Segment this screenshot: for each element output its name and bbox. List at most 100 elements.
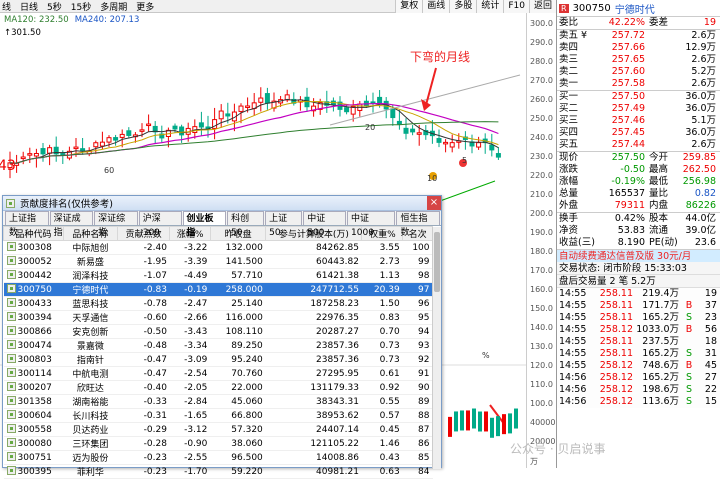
table-cell: 59.220: [210, 464, 266, 479]
table-cell: 300866: [3, 324, 64, 339]
buy-row: 买二 257.49 36.0万: [557, 103, 720, 115]
column-header[interactable]: 涨幅%: [169, 226, 211, 241]
stock-name[interactable]: 宁德时代: [615, 1, 655, 16]
contribution-table: 品种代码 品种名称 贡献点数 涨幅% 昨收盘 参与计算股本(万) 权重% 名次 300308 中…: [3, 226, 433, 479]
stat-label: 净资: [559, 225, 579, 236]
table-row[interactable]: 300604 长川科技 -0.31 -1.65 66.800 38953.62 0.57 88: [3, 408, 433, 423]
buy-row: 买五 257.44 2.6万: [557, 139, 720, 151]
index-tab[interactable]: 科创50: [227, 211, 265, 238]
table-row[interactable]: 300866 安克创新 -0.50 -3.43 108.110 20287.27 0.70 9…: [3, 324, 433, 339]
index-tab[interactable]: 创业板指: [182, 211, 227, 238]
close-icon[interactable]: ×: [427, 196, 441, 210]
index-tab[interactable]: 恒生指数: [396, 211, 441, 238]
table-row[interactable]: 300442 润泽科技 -1.07 -4.49 57.710 61421.38 1.13 98: [3, 268, 433, 283]
stat-row: 换手 0.42% 股本 44.0亿: [557, 213, 720, 225]
column-header[interactable]: 贡献点数: [116, 226, 171, 241]
candle-body: [258, 97, 264, 103]
stat-value: 0.42%: [614, 213, 645, 224]
table-cell: 96: [402, 296, 433, 311]
table-cell: 0.70: [361, 324, 403, 339]
chart-marker: 10: [427, 174, 437, 183]
dialog-titlebar[interactable]: 贡献度排名(仅供参考) ×: [3, 196, 441, 211]
table-cell: 132.000: [210, 240, 266, 255]
table-row[interactable]: 300308 中际旭创 -2.40 -3.22 132.000 84262.85 3.55 1…: [3, 240, 433, 255]
tick-n: 23: [704, 312, 717, 323]
candle-body: [106, 137, 112, 143]
stock-code-cell: 300558: [17, 425, 52, 435]
axis-tick: 290.0: [530, 38, 553, 47]
table-cell: 菲利华: [63, 464, 118, 479]
table-row[interactable]: 300052 新易盛 -1.95 -3.39 141.500 60443.82 2.73 99: [3, 254, 433, 269]
index-tab[interactable]: 上证指数: [5, 211, 49, 238]
table-row[interactable]: 300751 迈为股份 -0.23 -2.55 96.500 14008.86 0.43 85: [3, 450, 433, 465]
period-tab[interactable]: 线: [2, 0, 11, 13]
index-tabs: 上证指数深证成指深证综指沪深300创业板指科创50上证50中证500中证1000…: [3, 211, 441, 238]
table-cell: -2.66: [169, 310, 211, 325]
stock-code-cell: 300442: [17, 271, 52, 281]
table-cell: 97: [402, 282, 433, 297]
table-cell: 100: [402, 240, 433, 255]
contribution-dialog[interactable]: 贡献度排名(仅供参考) × 上证指数深证成指深证综指沪深300创业板指科创50上…: [2, 195, 442, 479]
toolbar-button[interactable]: 返回: [528, 0, 556, 13]
toolbar-button[interactable]: F10: [503, 0, 529, 13]
order-label: 卖一: [559, 78, 579, 89]
table-cell: 300394: [3, 310, 64, 325]
stat-value: 44.0亿: [685, 213, 716, 224]
table-row[interactable]: 300395 菲利华 -0.23 -1.70 59.220 40981.21 0.63 84: [3, 464, 433, 479]
index-tab[interactable]: 上证50: [265, 211, 303, 238]
axis-tick: 270.0: [530, 76, 553, 85]
candle-body: [126, 130, 132, 136]
period-tab[interactable]: 日线: [20, 0, 38, 13]
column-header[interactable]: 品种名称: [63, 226, 118, 241]
table-row[interactable]: 300114 中航电测 -0.47 -2.54 70.760 27295.95 0.61 91: [3, 366, 433, 381]
index-tab[interactable]: 深证综指: [94, 211, 138, 238]
period-tab[interactable]: 更多: [136, 0, 154, 13]
candle-body: [449, 142, 455, 148]
table-row[interactable]: 300474 景嘉微 -0.48 -3.34 89.250 23857.36 0.73 93: [3, 338, 433, 353]
volume-bar: [478, 411, 482, 432]
table-cell: 300803: [3, 352, 64, 367]
candle-body: [218, 110, 224, 120]
table-row[interactable]: 301358 湖南裕能 -0.33 -2.84 45.060 38343.31 0.55 89: [3, 394, 433, 409]
column-header[interactable]: 参与计算股本(万): [265, 226, 363, 241]
table-cell: 0.43: [361, 450, 403, 465]
scrollbar-thumb[interactable]: [434, 232, 440, 292]
period-tab[interactable]: 5秒: [47, 0, 62, 13]
table-row[interactable]: 300750 宁德时代 -0.83 -0.19 258.000 247712.55 20.3…: [3, 282, 433, 297]
toolbar-button[interactable]: 多股: [449, 0, 477, 13]
table-cell: 300308: [3, 240, 64, 255]
table-cell: -2.40: [117, 240, 170, 255]
table-cell: 95: [402, 310, 433, 325]
index-tab[interactable]: 沪深300: [138, 211, 182, 238]
toolbar-button[interactable]: 画线: [422, 0, 450, 13]
table-cell: 38953.62: [265, 408, 362, 423]
toolbar-button[interactable]: 统计: [476, 0, 504, 13]
vertical-scrollbar[interactable]: [432, 227, 441, 469]
table-row[interactable]: 300080 三环集团 -0.28 -0.90 38.060 121105.22 1.46 8…: [3, 436, 433, 451]
column-header[interactable]: 权重%: [361, 226, 404, 241]
table-row[interactable]: 300558 贝达药业 -0.29 -3.12 57.320 24407.14 0.45 87: [3, 422, 433, 437]
index-tab[interactable]: 深证成指: [49, 211, 94, 238]
index-tab[interactable]: 中证1000: [347, 211, 396, 238]
table-row[interactable]: 300803 指南针 -0.47 -3.09 95.240 23857.36 0.73 92: [3, 352, 433, 367]
toolbar-button[interactable]: 复权: [395, 0, 423, 13]
table-row[interactable]: 300207 欣旺达 -0.40 -2.05 22.000 131179.33 0.92 90: [3, 380, 433, 395]
column-header[interactable]: 昨收盘: [209, 226, 267, 241]
candle-body: [99, 141, 105, 147]
period-tab[interactable]: 多周期: [100, 0, 127, 13]
table-cell: 84: [402, 464, 433, 479]
axis-tick: 220.0: [530, 171, 553, 180]
stock-icon: [6, 242, 16, 251]
table-cell: 新易盛: [63, 254, 118, 269]
table-row[interactable]: 300433 蓝思科技 -0.78 -2.47 25.140 187258.23 1.50 9…: [3, 296, 433, 311]
tick-row: 14:56 258.12 113.6万 S 15: [557, 396, 720, 408]
candle-body: [225, 113, 231, 117]
index-tab[interactable]: 中证500: [303, 211, 347, 238]
promo-banner[interactable]: 自动续费通达信普及版 30元/月: [557, 249, 720, 262]
table-cell: -4.49: [169, 268, 211, 283]
trend-line: [329, 74, 521, 126]
table-row[interactable]: 300394 天孚通信 -0.60 -2.66 116.000 22976.35 0.83 9…: [3, 310, 433, 325]
tick-list[interactable]: 14:55 258.11 219.4万 19 14:55 258.11 171.7万 B 37 1…: [557, 288, 720, 408]
table-cell: 66.800: [210, 408, 266, 423]
period-tab[interactable]: 15秒: [71, 0, 91, 13]
